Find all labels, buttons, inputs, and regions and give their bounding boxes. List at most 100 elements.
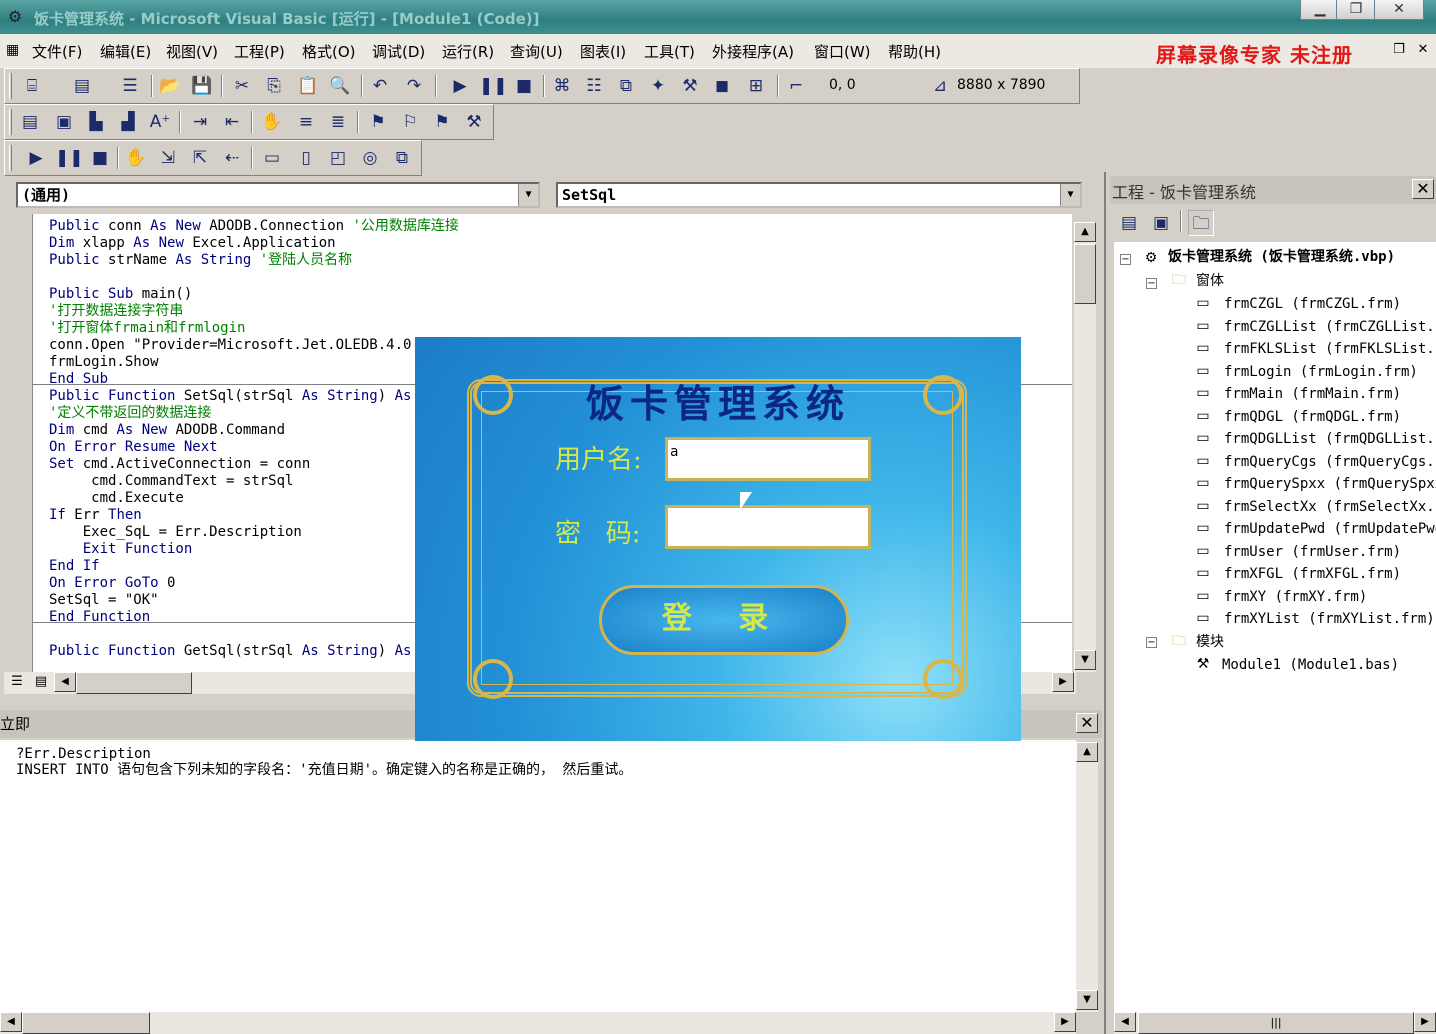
add-form-icon[interactable]: ▤ — [69, 73, 95, 99]
menu-item[interactable]: 工程(P) — [234, 41, 285, 62]
code-line[interactable]: On Error Resume Next — [49, 439, 218, 456]
pause-icon[interactable]: ❚❚ — [479, 73, 508, 99]
toggle-breakpoint-icon[interactable]: ✋ — [259, 109, 285, 135]
mdi-close-button[interactable]: ✕ — [1414, 41, 1432, 59]
menu-item[interactable]: 视图(V) — [166, 41, 218, 62]
toggle-folders-icon[interactable]: 🗀 — [1188, 210, 1214, 236]
scroll-right-arrow-icon[interactable]: ▶ — [1052, 672, 1074, 692]
list-properties-icon[interactable]: ▤ — [17, 109, 43, 135]
scroll-down-arrow-icon[interactable]: ▼ — [1074, 650, 1096, 670]
code-line[interactable]: conn.Open "Provider=Microsoft.Jet.OLEDB.… — [49, 337, 411, 354]
outdent-icon[interactable]: ⇤ — [219, 109, 245, 135]
list-constants-icon[interactable]: ▣ — [51, 109, 77, 135]
code-line[interactable]: Exit Function — [49, 541, 193, 558]
scroll-thumb[interactable]: ||| — [1138, 1012, 1414, 1034]
comment-block-icon[interactable]: ≡ — [293, 109, 319, 135]
tree-item-module[interactable]: Module1 (Module1.bas) — [1222, 656, 1399, 674]
scroll-right-arrow-icon[interactable]: ▶ — [1414, 1012, 1436, 1032]
cut-icon[interactable]: ✂ — [229, 73, 255, 99]
code-line[interactable]: frmLogin.Show — [49, 354, 159, 371]
tree-item-form[interactable]: frmCZGLList (frmCZGLList.frm) — [1224, 318, 1436, 336]
stop-icon[interactable]: ■ — [511, 73, 537, 99]
next-bookmark-icon[interactable]: ⚐ — [397, 109, 423, 135]
project-root[interactable]: 饭卡管理系统 (饭卡管理系统.vbp) — [1168, 248, 1395, 266]
debug-pause-icon[interactable]: ❚❚ — [55, 145, 84, 171]
redo-icon[interactable]: ↷ — [401, 73, 427, 99]
toolbar-grip[interactable] — [9, 109, 12, 135]
undo-icon[interactable]: ↶ — [367, 73, 393, 99]
mdi-restore-button[interactable]: ❐ — [1390, 41, 1408, 59]
menu-item[interactable]: 调试(D) — [372, 41, 425, 62]
view-object-icon[interactable]: ▣ — [1148, 210, 1174, 236]
code-line[interactable]: Public Function SetSql(strSql As String)… — [49, 388, 411, 405]
scroll-thumb[interactable] — [1074, 244, 1096, 304]
quick-info-icon[interactable]: ▙ — [83, 109, 109, 135]
scroll-thumb[interactable] — [22, 1012, 150, 1034]
code-line[interactable]: Public Sub main() — [49, 286, 192, 303]
find-icon[interactable]: 🔍 — [327, 73, 353, 99]
scroll-up-arrow-icon[interactable]: ▲ — [1074, 222, 1096, 242]
immediate-window[interactable]: ?Err.Description INSERT INTO 语句包含下列未知的字段名… — [0, 740, 1076, 1012]
maximize-button[interactable]: ❐ — [1336, 0, 1376, 20]
tree-item-form[interactable]: frmXFGL (frmXFGL.frm) — [1224, 565, 1401, 583]
code-line[interactable]: Dim xlapp As New Excel.Application — [49, 235, 336, 252]
tree-item-form[interactable]: frmMain (frmMain.frm) — [1224, 385, 1401, 403]
data-view-icon[interactable]: ◼ — [709, 73, 735, 99]
menu-item[interactable]: 图表(I) — [580, 41, 626, 62]
parameter-info-icon[interactable]: ▟ — [115, 109, 141, 135]
uncomment-block-icon[interactable]: ≣ — [325, 109, 351, 135]
code-line[interactable]: Public strName As String '登陆人员名称 — [49, 252, 352, 269]
menu-item[interactable]: 工具(T) — [644, 41, 695, 62]
procedure-combo[interactable]: SetSql ▼ — [556, 182, 1082, 208]
scroll-down-arrow-icon[interactable]: ▼ — [1076, 990, 1098, 1010]
login-button[interactable]: 登 录 — [599, 585, 849, 655]
view-code-icon[interactable]: ▤ — [1116, 210, 1142, 236]
component-manager-icon[interactable]: ⊞ — [743, 73, 769, 99]
code-line[interactable]: Public Function GetSql(strSql As String)… — [49, 643, 411, 660]
step-out-icon[interactable]: ⇠ — [219, 145, 245, 171]
step-into-icon[interactable]: ⇲ — [155, 145, 181, 171]
username-input[interactable]: a — [665, 437, 871, 481]
code-line[interactable]: Set cmd.ActiveConnection = conn — [49, 456, 310, 473]
add-project-icon[interactable]: ⌸ — [19, 73, 45, 99]
run-icon[interactable]: ▶ — [447, 73, 473, 99]
toolbar-grip[interactable] — [9, 73, 12, 99]
toolbar-grip[interactable] — [9, 145, 12, 171]
code-margin[interactable] — [6, 214, 32, 672]
tree-item-form[interactable]: frmQDGLList (frmQDGLList.frm) — [1224, 430, 1436, 448]
tree-item-form[interactable]: frmCZGL (frmCZGL.frm) — [1224, 295, 1401, 313]
close-icon[interactable]: ✕ — [1076, 713, 1098, 733]
code-line[interactable]: cmd.Execute — [49, 490, 184, 507]
code-line[interactable]: End Sub — [49, 371, 108, 388]
tree-expander[interactable]: − — [1120, 254, 1131, 265]
menu-item[interactable]: 文件(F) — [32, 41, 82, 62]
toolbox-icon[interactable]: ⚒ — [677, 73, 703, 99]
tree-item-form[interactable]: frmQDGL (frmQDGL.frm) — [1224, 408, 1401, 426]
tree-item-form[interactable]: frmQuerySpxx (frmQuerySpxx.frm) — [1224, 475, 1436, 493]
form-layout-icon[interactable]: ⧉ — [613, 73, 639, 99]
previous-bookmark-icon[interactable]: ⚑ — [429, 109, 455, 135]
immediate-output-line[interactable]: ?Err.Description — [16, 746, 151, 762]
watch-window-icon[interactable]: ◰ — [325, 145, 351, 171]
menu-editor-icon[interactable]: ☰ — [117, 73, 143, 99]
minimize-button[interactable]: ▁ — [1300, 0, 1340, 20]
locals-window-icon[interactable]: ▭ — [259, 145, 285, 171]
immediate-hscroll[interactable]: ◀ ▶ — [0, 1012, 1076, 1034]
code-vscroll[interactable]: ▲ ▼ — [1074, 222, 1096, 672]
clear-bookmarks-icon[interactable]: ⚒ — [461, 109, 487, 135]
toggle-bookmark-icon[interactable]: ⚑ — [365, 109, 391, 135]
immediate-output-line[interactable]: INSERT INTO 语句包含下列未知的字段名：'充值日期'。确定键入的名称是… — [16, 762, 632, 778]
menu-item[interactable]: 格式(O) — [302, 41, 356, 62]
open-project-icon[interactable]: 📂 — [157, 73, 183, 99]
code-line[interactable]: SetSql = "OK" — [49, 592, 159, 609]
object-combo[interactable]: (通用) ▼ — [16, 182, 540, 208]
scroll-up-arrow-icon[interactable]: ▲ — [1076, 742, 1098, 762]
module-icon[interactable]: ▦ — [6, 42, 19, 58]
tree-item-form[interactable]: frmXYList (frmXYList.frm) — [1224, 610, 1435, 628]
code-line[interactable]: Dim cmd As New ADODB.Command — [49, 422, 285, 439]
step-over-icon[interactable]: ⇱ — [187, 145, 213, 171]
debug-run-icon[interactable]: ▶ — [23, 145, 49, 171]
vb-app-icon[interactable]: ⚙ — [4, 6, 26, 28]
code-line[interactable]: '打开窗体frmain和frmlogin — [49, 320, 245, 337]
code-line[interactable]: End Function — [49, 609, 150, 626]
